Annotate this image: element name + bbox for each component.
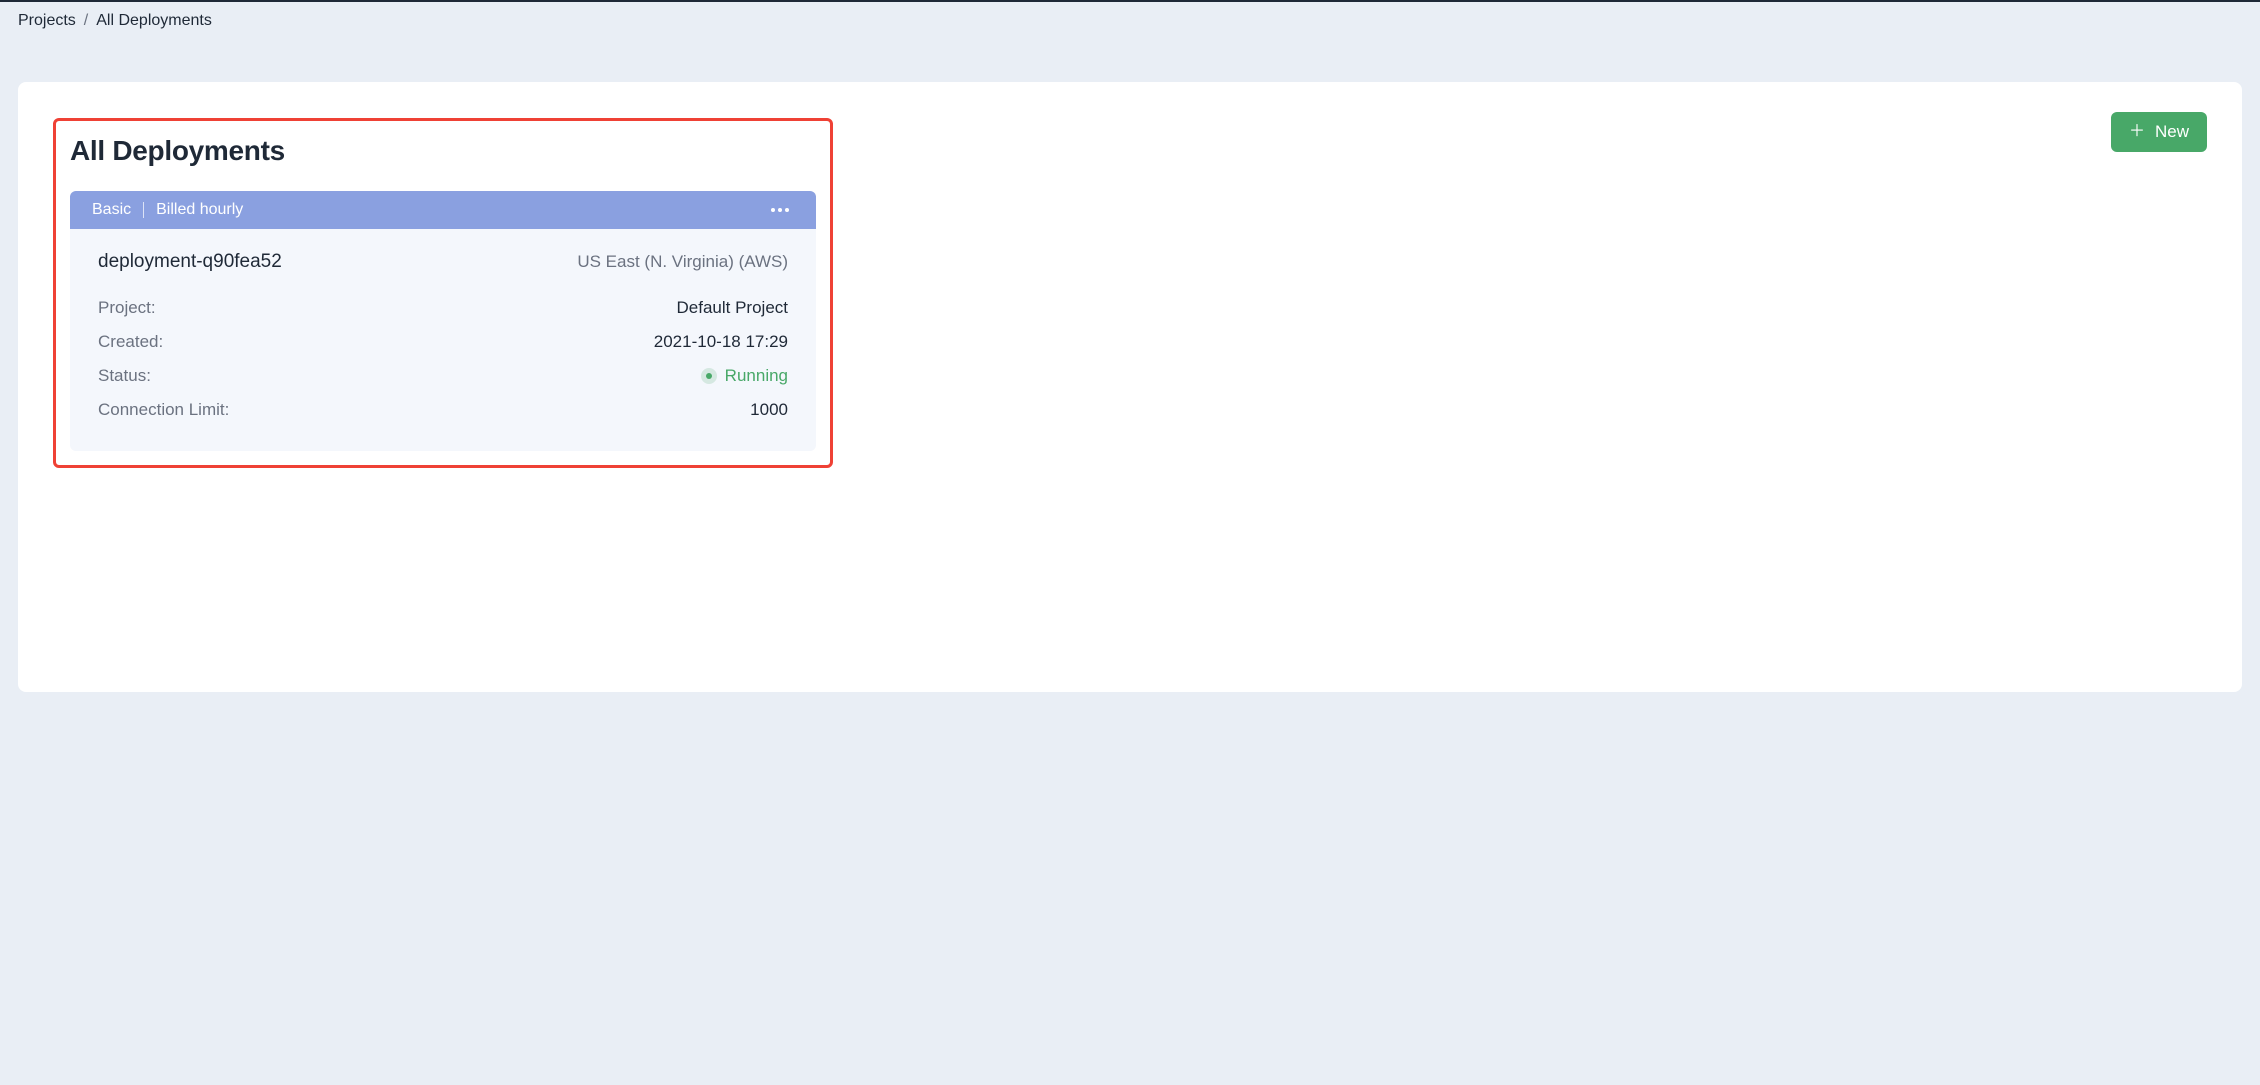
card-more-button[interactable] [766,203,794,217]
value-project: Default Project [677,298,789,318]
deployment-card-body: deployment-q90fea52 US East (N. Virginia… [70,229,816,451]
deployment-region: US East (N. Virginia) (AWS) [577,252,788,272]
info-row-connection-limit: Connection Limit: 1000 [98,393,788,427]
breadcrumb: Projects / All Deployments [0,2,2260,40]
status-dot-icon [701,368,717,384]
label-status: Status: [98,366,151,386]
value-connection-limit: 1000 [750,400,788,420]
plus-icon: ＋ [2129,124,2145,140]
new-button[interactable]: ＋ New [2111,112,2207,152]
page-title: All Deployments [70,135,285,167]
more-horizontal-icon [770,207,790,213]
label-connection-limit: Connection Limit: [98,400,229,420]
highlight-annotation: All Deployments Basic Billed hourly [53,118,833,468]
status-text: Running [725,366,788,386]
info-row-project: Project: Default Project [98,291,788,325]
value-status: Running [701,366,788,386]
deployment-name: deployment-q90fea52 [98,251,282,273]
info-row-status: Status: Running [98,359,788,393]
breadcrumb-current: All Deployments [96,12,212,30]
breadcrumb-separator: / [84,12,88,30]
value-created: 2021-10-18 17:29 [654,332,788,352]
tag-divider [143,202,144,218]
info-row-created: Created: 2021-10-18 17:29 [98,325,788,359]
breadcrumb-projects-link[interactable]: Projects [18,12,76,30]
deployment-tier: Basic [92,201,131,219]
label-project: Project: [98,298,156,318]
deployment-card-header: Basic Billed hourly [70,191,816,229]
deployment-card[interactable]: Basic Billed hourly deploymen [70,191,816,451]
deployment-billing: Billed hourly [156,201,243,219]
label-created: Created: [98,332,163,352]
main-panel: All Deployments ＋ New All Deployments Ba… [18,82,2242,692]
new-button-label: New [2155,122,2189,142]
